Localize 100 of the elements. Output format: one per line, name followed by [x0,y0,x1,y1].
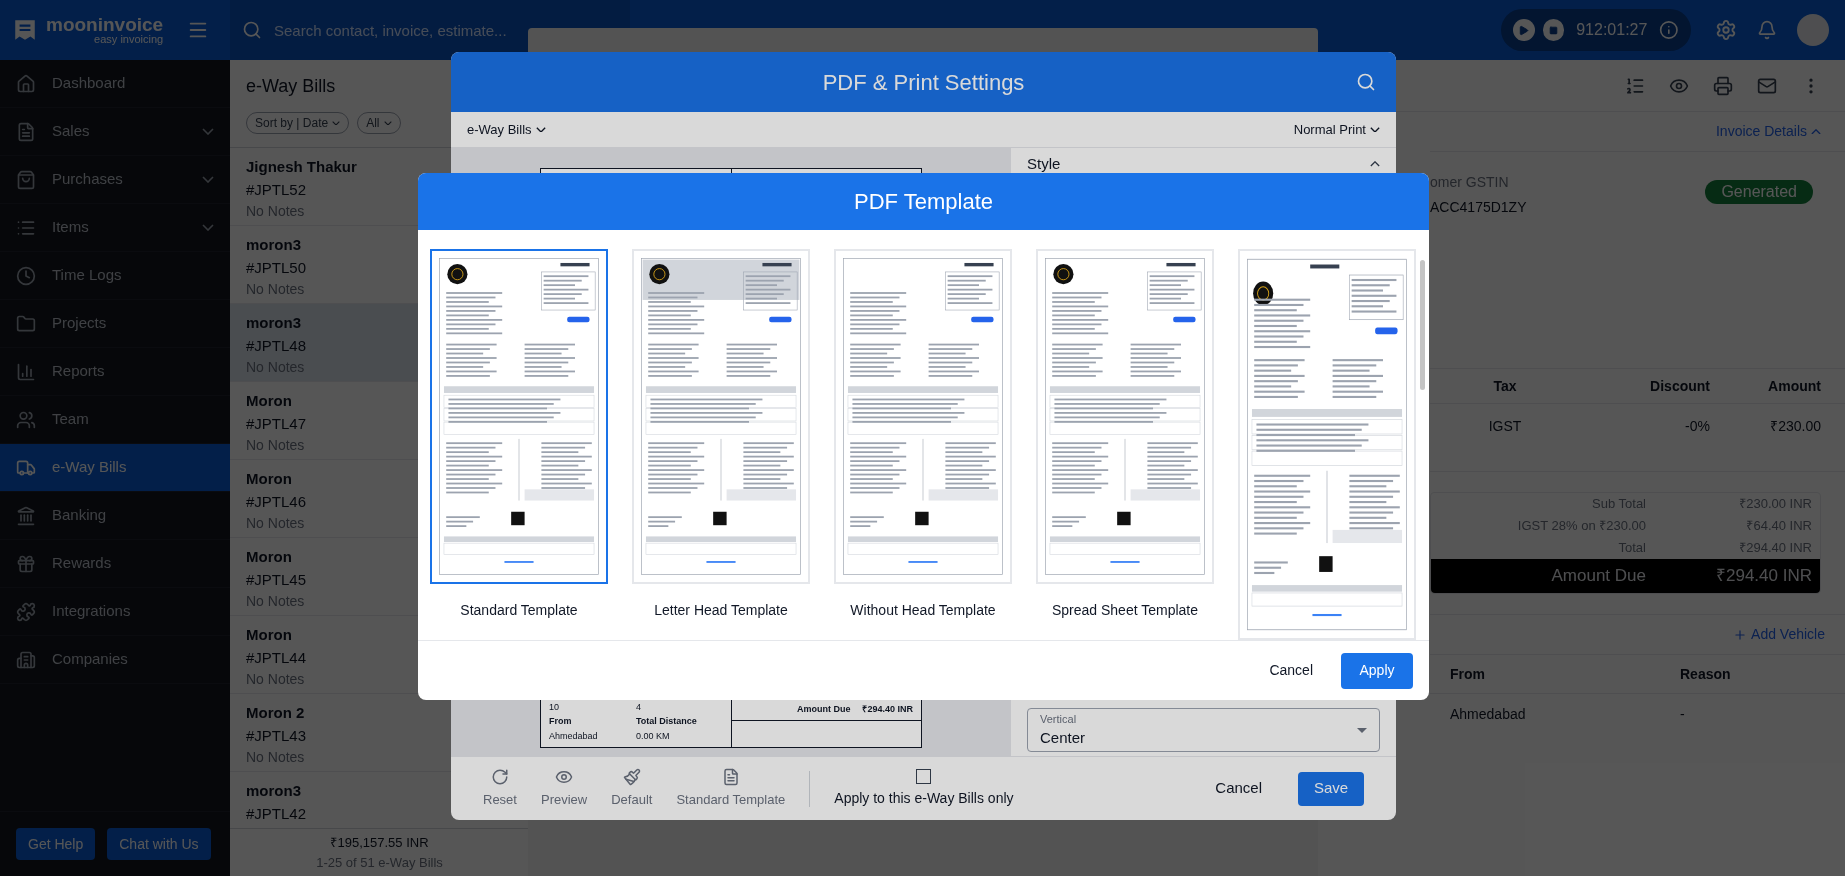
preview-text: From [549,715,573,728]
chevron-down-icon [332,120,341,126]
printer-icon[interactable] [1713,75,1733,96]
help-button[interactable]: Chat with Us [107,828,211,860]
column-header: Discount [1649,376,1710,396]
select-label: Vertical [1040,711,1077,727]
bar-chart-icon [16,361,36,382]
chevron-down-icon [383,120,392,126]
customer-name: moron3 [246,781,301,801]
invoice-details-link[interactable]: Invoice Details [1715,121,1807,142]
tool-button[interactable]: Preview [540,767,588,810]
plus-icon [1733,627,1748,642]
table-cell-text: Ahmedabad [1450,704,1527,724]
table-cell-text: - [1680,704,1686,724]
cancel-button[interactable]: Cancel [1203,777,1274,800]
customer-name: Moron [246,547,292,567]
customer-name: Moron [246,625,292,645]
amount-due-label: Amount Due [1550,565,1646,588]
bill-number: #JPTL45 [246,569,307,590]
search-icon [242,20,262,40]
list-total: ₹195,157.55 INR [330,834,429,852]
stop-button[interactable] [1542,19,1565,41]
table-cell-text: ₹230.00 [1769,417,1821,436]
status-badge: Generated [1705,180,1813,204]
bill-number: #JPTL43 [246,725,307,746]
table-cell-text: IGST [1487,417,1523,436]
template-label: Letter Head Template [654,601,788,620]
building-icon [16,649,36,670]
customer-name: moron3 [246,235,301,255]
gift-icon [16,553,36,574]
print-mode-dropdown[interactable]: Normal Print [1293,119,1366,140]
apply-button[interactable]: Apply [1341,652,1413,689]
checkbox[interactable] [916,768,932,784]
customer-name: Jignesh Thakur [246,157,357,177]
column-header: Reason [1680,664,1732,684]
template-label: Without Head Template [850,601,996,620]
save-button[interactable]: Save [1298,771,1364,806]
brush-icon [622,767,641,786]
bill-number: #JPTL46 [246,491,307,512]
chevron-up-icon [1811,128,1821,135]
select-value: Center [1040,728,1086,748]
customer-name: Moron 2 [246,703,305,723]
bill-number: #JPTL44 [246,647,307,668]
clock-icon [16,265,36,286]
customer-name: Moron [246,391,292,411]
search-icon[interactable] [1356,72,1376,92]
sidebar-item[interactable]: e-Way Bills [0,444,230,492]
amount-due-value: ₹294.40 INR [1715,565,1812,588]
document-type-dropdown[interactable]: e-Way Bills [467,119,532,140]
customer-name: moron3 [246,313,301,333]
bill-number: #JPTL50 [246,257,307,278]
bill-number: #JPTL47 [246,413,307,434]
play-button[interactable] [1513,19,1535,41]
preview-text: 10 [549,700,560,714]
chevron-down-icon [1370,126,1380,133]
tool-button[interactable]: Standard Template [676,767,786,810]
preview-text: Ahmedabad [549,729,599,743]
info-icon[interactable] [1659,20,1679,40]
caret-icon [1357,727,1367,733]
stop-icon [1548,25,1558,35]
bank-icon [16,505,36,526]
preview-text: ₹294.40 INR [862,702,913,716]
preview-text: Total Distance [636,715,698,728]
bill-number: #JPTL42 [246,803,307,824]
table-cell-text: -0% [1684,417,1710,436]
bell-icon[interactable] [1757,20,1777,40]
bill-number: #JPTL52 [246,179,307,200]
people-icon [16,409,36,430]
tool-button[interactable]: Default [611,767,653,810]
chevron-up-icon [1370,161,1380,167]
preview-text: 4 [636,700,642,714]
template-label: Spread Sheet Template [1051,601,1199,620]
chevron-down-icon [535,126,546,133]
customer-name: Moron [246,469,292,489]
gstin-value: ACC4175D1ZY [1430,198,1527,217]
puzzle-icon [16,601,36,622]
timer-text: 912:01:27 [1576,20,1648,40]
folder-icon [16,313,36,334]
dialog-title: PDF & Print Settings [822,68,1025,97]
add-vehicle-link[interactable]: Add Vehicle [1751,624,1825,645]
dialog-title: PDF Template [854,188,993,216]
document-icon [16,121,36,142]
preview-text: Amount Due [796,702,851,716]
bag-icon [16,169,36,190]
cancel-button[interactable]: Cancel [1257,660,1325,681]
logo-tagline: easy invoicing [94,34,164,45]
column-header: From [1450,664,1486,684]
play-icon [1518,24,1530,36]
logo-icon [12,17,38,43]
settings-icon[interactable] [1715,19,1737,41]
section-title: Style [1027,153,1061,174]
home-icon [16,73,36,94]
list-title: e-Way Bills [246,75,336,98]
help-button[interactable]: Get Help [16,828,96,860]
avatar[interactable] [1797,14,1829,46]
vertical-select[interactable]: Vertical Center [1027,708,1380,752]
document-icon [721,767,740,786]
bill-number: #JPTL48 [246,335,307,356]
column-header: Tax [1492,376,1518,396]
column-header: Amount [1767,376,1821,396]
